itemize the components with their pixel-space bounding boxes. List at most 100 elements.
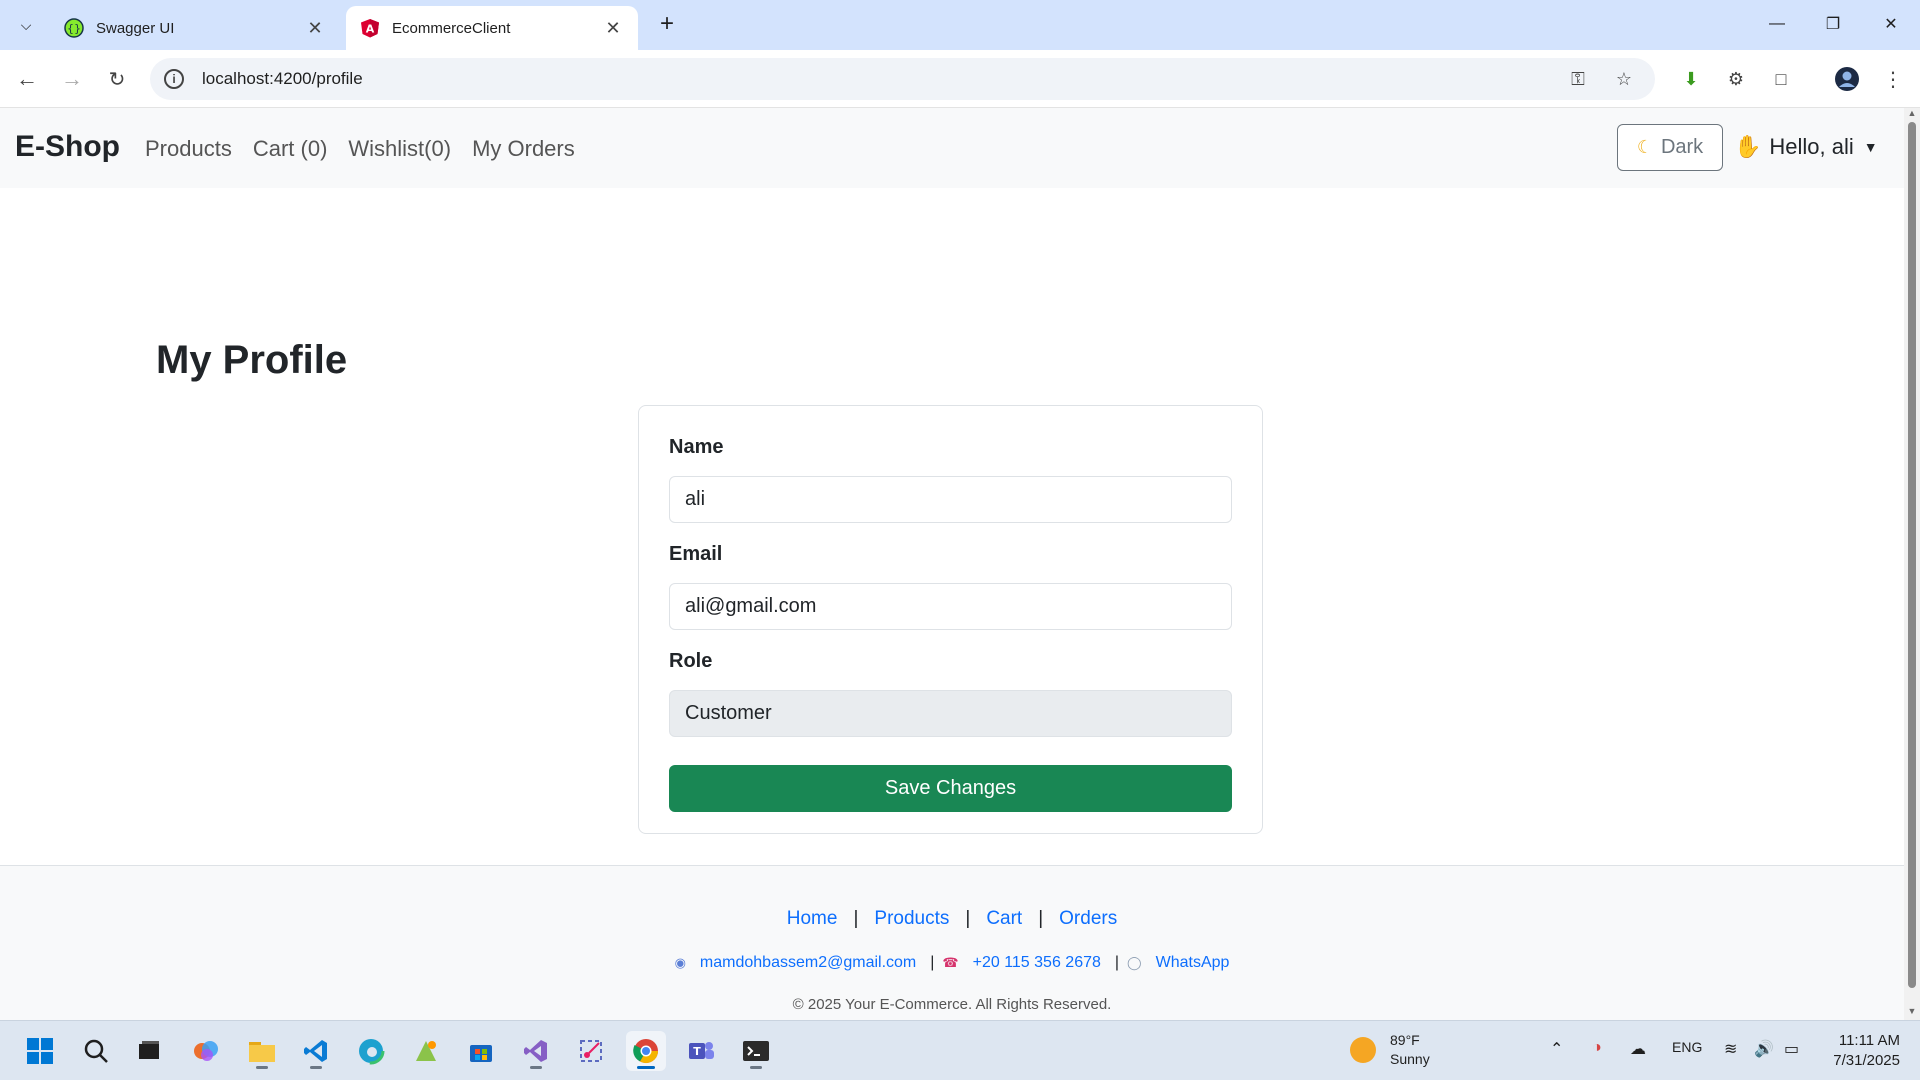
caret-down-icon: ▼ [1863,139,1878,155]
extension-icon[interactable]: ⚙ [1721,64,1751,94]
volume-icon[interactable]: 🔊 [1754,1039,1774,1059]
file-explorer-icon[interactable] [242,1031,282,1071]
teams-icon[interactable]: T [681,1031,721,1071]
save-changes-button[interactable]: Save Changes [669,765,1232,812]
site-info-icon[interactable]: i [164,69,184,89]
email-input[interactable] [669,583,1232,630]
nav-link-my-orders[interactable]: My Orders [472,136,575,162]
wifi-icon[interactable]: ≋ [1724,1039,1737,1059]
page-title: My Profile [156,338,348,382]
battery-icon[interactable]: ▭ [1784,1039,1799,1059]
new-tab-button[interactable]: + [652,10,682,40]
footer-email-link[interactable]: mamdohbassem2@gmail.com [700,954,916,972]
footer-copyright: © 2025 Your E-Commerce. All Rights Reser… [792,996,1112,1013]
page-viewport: E-Shop Products Cart (0) Wishlist(0) My … [0,108,1904,1020]
footer-link-cart[interactable]: Cart [986,908,1022,930]
copilot-icon[interactable] [186,1031,226,1071]
tab-swagger-ui[interactable]: {} Swagger UI ✕ [50,6,340,50]
name-input[interactable] [669,476,1232,523]
weather-temperature: 89°F [1390,1032,1420,1048]
svg-text:{}: {} [67,22,81,35]
photos-app-icon[interactable] [406,1031,446,1071]
angular-favicon-icon: A [360,18,380,38]
forward-arrow-icon[interactable]: → [55,62,89,96]
restore-icon[interactable]: ❐ [1810,8,1856,40]
clock-date: 7/31/2025 [1833,1052,1900,1069]
address-bar[interactable]: i localhost:4200/profile ⚿ ☆ [150,58,1655,100]
search-icon[interactable] [76,1031,116,1071]
site-footer: Home | Products | Cart | Orders ◉ mamdoh… [0,865,1904,1020]
puzzle-extensions-icon[interactable]: □ [1766,64,1796,94]
windows-start-icon[interactable] [20,1031,60,1071]
page-scrollbar[interactable]: ▲ ▼ [1904,108,1920,1020]
nav-link-cart[interactable]: Cart (0) [253,136,328,162]
language-indicator[interactable]: ENG [1672,1039,1702,1055]
profile-form-card: Name Email Role Save Changes [638,405,1263,834]
tab-title: EcommerceClient [392,19,511,37]
url-text[interactable]: localhost:4200/profile [202,69,1563,89]
system-clock[interactable]: 11:11 AM 7/31/2025 [1820,1031,1900,1071]
onedrive-cloud-icon[interactable]: ☁ [1630,1039,1646,1059]
security-shield-icon[interactable]: ◑ [1592,1039,1602,1057]
name-label: Name [669,436,724,458]
nav-link-wishlist[interactable]: Wishlist(0) [348,136,451,162]
profile-avatar-icon[interactable] [1832,64,1862,94]
close-window-icon[interactable]: ✕ [1868,8,1914,40]
kebab-menu-icon[interactable]: ⋮ [1878,64,1908,94]
tab-title: Swagger UI [96,19,175,37]
minimize-icon[interactable]: — [1754,8,1800,40]
footer-link-orders[interactable]: Orders [1059,908,1117,930]
microsoft-store-icon[interactable] [461,1031,501,1071]
scrollbar-thumb[interactable] [1908,122,1916,988]
terminal-icon[interactable] [736,1031,776,1071]
swagger-favicon-icon: {} [64,18,84,38]
chrome-icon[interactable] [626,1031,666,1071]
password-key-icon[interactable]: ⚿ [1563,69,1593,90]
dark-mode-toggle-button[interactable]: ☾ Dark [1617,124,1723,171]
footer-whatsapp-link[interactable]: WhatsApp [1156,954,1230,972]
download-extension-icon[interactable]: ⬇ [1676,64,1706,94]
role-label: Role [669,650,713,672]
waving-hand-icon: ✋ [1734,134,1762,159]
weather-widget[interactable]: 89°F Sunny [1350,1031,1430,1069]
svg-text:A: A [366,23,375,36]
browser-toolbar: ← → ↻ i localhost:4200/profile ⚿ ☆ ⬇ ⚙ □… [0,50,1920,108]
scroll-down-icon[interactable]: ▼ [1907,1006,1917,1016]
chevron-up-icon[interactable]: ⌃ [1550,1039,1563,1059]
footer-phone-link[interactable]: +20 115 356 2678 [973,954,1101,972]
edge-icon[interactable] [351,1031,391,1071]
chevron-down-icon: ⌵ [20,16,32,33]
footer-contact: ◉ mamdohbassem2@gmail.com | ☎ +20 115 35… [674,954,1230,972]
svg-text:T: T [693,1045,701,1058]
top-navbar: E-Shop Products Cart (0) Wishlist(0) My … [0,108,1904,188]
footer-link-products[interactable]: Products [874,908,949,930]
sun-icon [1350,1037,1376,1063]
windows-taskbar: T 89°F Sunny ⌃ ◑ ☁ ENG ≋ 🔊 ▭ 11:11 AM 7/… [0,1020,1920,1080]
email-label: Email [669,543,723,565]
back-arrow-icon[interactable]: ← [10,62,44,96]
tab-search-button[interactable]: ⌵ [10,9,42,41]
user-menu-dropdown[interactable]: ✋ Hello, ali ▼ [1734,134,1878,160]
vscode-icon[interactable] [296,1031,336,1071]
close-icon[interactable]: ✕ [304,18,326,39]
dark-mode-label: Dark [1660,136,1704,158]
visual-studio-icon[interactable] [516,1031,556,1071]
nav-link-products[interactable]: Products [145,136,232,162]
nav-links: Products Cart (0) Wishlist(0) My Orders [145,136,575,162]
browser-tab-strip: ⌵ {} Swagger UI ✕ A EcommerceClient ✕ + … [0,0,1920,50]
reload-icon[interactable]: ↻ [100,62,134,96]
tab-ecommerce-client[interactable]: A EcommerceClient ✕ [346,6,638,50]
phone-icon: ☎ [942,955,959,970]
email-icon: ◉ [674,955,686,970]
snipping-tool-icon[interactable] [571,1031,611,1071]
role-input [669,690,1232,737]
chat-bubble-icon: ◯ [1127,955,1142,970]
moon-icon: ☾ [1636,137,1653,157]
footer-links: Home | Products | Cart | Orders [786,908,1118,930]
bookmark-star-icon[interactable]: ☆ [1609,69,1639,90]
task-view-icon[interactable] [129,1031,169,1071]
scroll-up-icon[interactable]: ▲ [1907,108,1917,118]
close-icon[interactable]: ✕ [602,18,624,39]
footer-link-home[interactable]: Home [787,908,838,930]
brand-logo[interactable]: E-Shop [15,130,120,164]
